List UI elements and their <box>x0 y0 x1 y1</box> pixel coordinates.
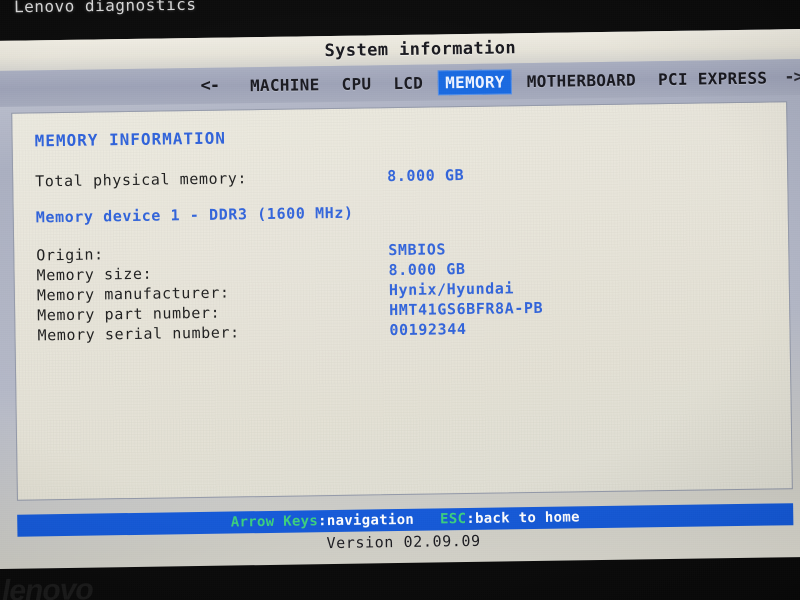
value-total-physical-memory: 8.000 GB <box>387 166 465 186</box>
back-arrow-icon[interactable]: <- <box>200 76 219 96</box>
hint-key-esc: ESC <box>439 511 467 528</box>
app-frame: System information <- MACHINE CPU LCD ME… <box>0 28 800 570</box>
label-total-physical-memory: Total physical memory: <box>35 169 248 191</box>
hint-sep-esc: : <box>466 510 476 528</box>
lenovo-logo: lenovo <box>1 573 93 600</box>
hint-esc: ESC:back to home <box>440 509 580 527</box>
hint-action-navigation: navigation <box>326 511 415 530</box>
tab-lcd[interactable]: LCD <box>386 70 430 96</box>
row-total-physical-memory: Total physical memory: 8.000 GB <box>35 161 787 190</box>
tab-pci-express[interactable]: PCI EXPRESS <box>651 65 775 92</box>
hint-sep-arrow-keys: : <box>317 513 327 530</box>
forward-arrow-icon[interactable]: -> <box>784 67 800 87</box>
section-title-memory-information: MEMORY INFORMATION <box>34 128 227 151</box>
label-memory-manufacturer: Memory manufacturer: <box>36 283 230 305</box>
label-memory-serial-number: Memory serial number: <box>37 323 240 345</box>
tab-machine[interactable]: MACHINE <box>243 72 327 98</box>
page-title: System information <box>324 38 517 62</box>
tab-memory[interactable]: MEMORY <box>437 68 512 95</box>
tab-motherboard[interactable]: MOTHERBOARD <box>520 67 644 94</box>
value-memory-part-number: HMT41GS6BFR8A-PB <box>389 298 544 320</box>
label-origin: Origin: <box>36 245 104 265</box>
value-memory-manufacturer: Hynix/Hyundai <box>388 279 515 300</box>
label-memory-part-number: Memory part number: <box>37 303 221 325</box>
hint-arrow-keys: Arrow Keys:navigation <box>231 512 415 531</box>
memory-device-heading: Memory device 1 - DDR3 (1600 MHz) <box>35 203 354 227</box>
value-origin: SMBIOS <box>388 240 447 260</box>
memory-information-panel: MEMORY INFORMATION Total physical memory… <box>11 101 793 501</box>
screen-area: System information <- MACHINE CPU LCD ME… <box>0 28 800 570</box>
tab-cpu[interactable]: CPU <box>334 71 378 97</box>
photo-of-laptop-screen: Lenovo diagnostics lenovo System informa… <box>0 0 800 600</box>
hint-key-arrow-keys: Arrow Keys <box>230 513 319 531</box>
label-memory-size: Memory size: <box>36 264 153 285</box>
value-memory-serial-number: 00192344 <box>389 320 467 340</box>
hint-action-back-to-home: back to home <box>474 509 580 527</box>
value-memory-size: 8.000 GB <box>388 260 466 280</box>
bezel-app-title: Lenovo diagnostics <box>13 0 197 17</box>
